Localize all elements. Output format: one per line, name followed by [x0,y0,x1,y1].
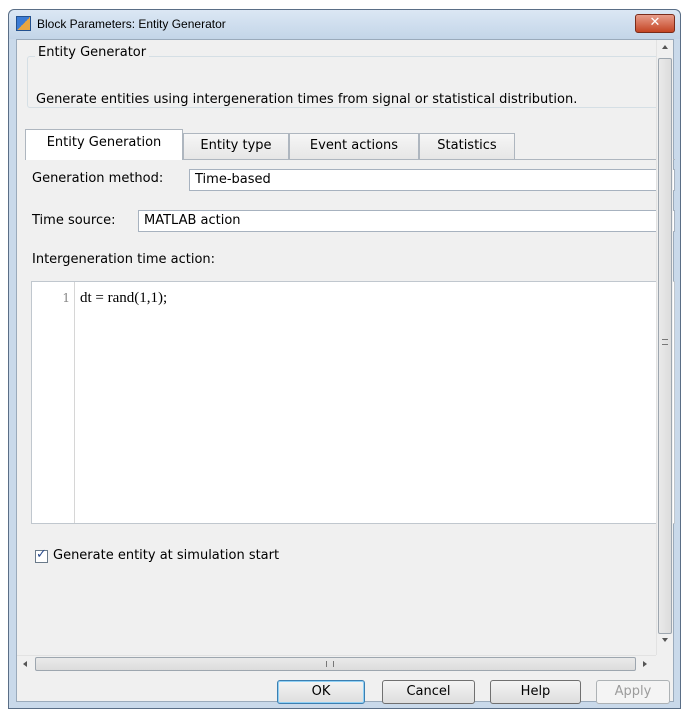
line-number-gutter: 1 [32,282,75,523]
generation-method-dropdown[interactable]: Time-based [189,169,675,191]
help-button[interactable]: Help [490,680,581,704]
grip-icon [662,339,668,345]
tab-label: Event actions [309,138,399,153]
block-description: Generate entities using intergeneration … [36,92,578,107]
generate-at-start-checkbox[interactable]: ✓ [35,547,48,563]
tab-strip: Entity Generation Entity type Event acti… [25,129,675,160]
tab-entity-type[interactable]: Entity type [183,133,289,159]
dialog-window: Block Parameters: Entity Generator ✕ Ent… [8,9,681,709]
time-source-label: Time source: [32,213,116,228]
vertical-scrollbar[interactable] [656,40,673,655]
generate-at-start-label[interactable]: Generate entity at simulation start [53,548,279,563]
tab-statistics[interactable]: Statistics [419,133,515,159]
cancel-button-label: Cancel [406,684,451,699]
checkmark-icon: ✓ [36,547,47,562]
tab-label: Statistics [437,138,497,153]
code-editor[interactable]: 1 dt = rand(1,1); [31,281,675,524]
code-line[interactable]: dt = rand(1,1); [80,290,167,307]
ok-button-label: OK [311,684,331,699]
apply-button-label: Apply [614,684,652,699]
ok-button[interactable]: OK [277,680,365,704]
tab-event-actions[interactable]: Event actions [289,133,419,159]
window-title: Block Parameters: Entity Generator [37,17,226,31]
time-source-dropdown[interactable]: MATLAB action [138,210,675,232]
dialog-client-area: Entity Generator Generate entities using… [16,39,675,704]
generation-method-value: Time-based [195,172,271,187]
close-icon: ✕ [649,15,661,30]
scroll-left-icon[interactable] [23,661,27,667]
scroll-right-icon[interactable] [643,661,647,667]
horizontal-scrollbar[interactable] [17,655,658,672]
horizontal-scroll-thumb[interactable] [35,657,636,671]
title-bar[interactable]: Block Parameters: Entity Generator ✕ [9,10,680,39]
cancel-button[interactable]: Cancel [382,680,475,704]
scroll-corner [656,655,673,672]
generation-method-label: Generation method: [32,171,164,186]
tab-entity-generation[interactable]: Entity Generation [25,129,183,160]
apply-button[interactable]: Apply [596,680,670,704]
time-source-value: MATLAB action [144,213,241,228]
intergeneration-action-label: Intergeneration time action: [32,252,216,267]
line-number: 1 [62,291,70,305]
tab-label: Entity Generation [46,135,162,150]
vertical-scroll-thumb[interactable] [658,58,672,634]
tab-label: Entity type [200,138,272,153]
group-title: Entity Generator [35,45,150,60]
grip-icon [326,661,334,667]
help-button-label: Help [520,684,551,699]
scroll-down-icon[interactable] [662,638,668,642]
close-button[interactable]: ✕ [635,14,675,33]
scroll-up-icon[interactable] [662,45,668,49]
simulink-block-icon [16,16,31,31]
